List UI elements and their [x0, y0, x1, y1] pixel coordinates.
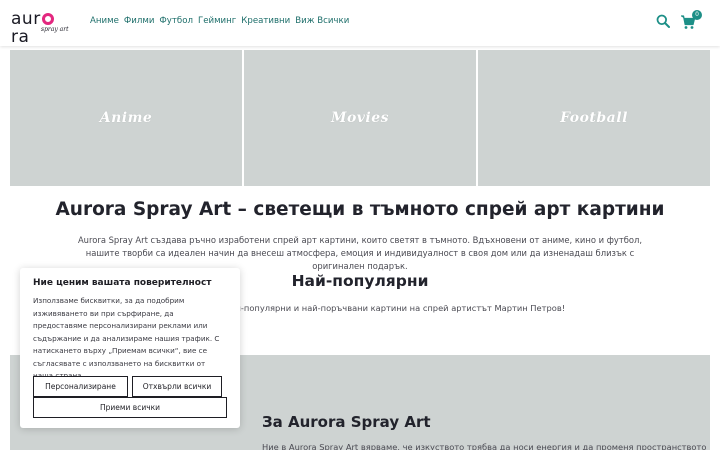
tile-label: Football: [560, 110, 628, 126]
about-title: За Aurora Spray Art: [262, 413, 431, 431]
hero-title: Aurora Spray Art – светещи в тъмното спр…: [55, 199, 665, 220]
nav-item-anime[interactable]: Аниме: [90, 16, 119, 26]
tile-label: Movies: [330, 110, 390, 126]
tile-football[interactable]: Football: [478, 50, 710, 186]
tile-anime[interactable]: Anime: [10, 50, 242, 186]
tile-movies[interactable]: Movies: [244, 50, 476, 186]
cookie-text: Използваме бисквитки, за да подобрим изж…: [33, 296, 220, 380]
nav-item-creative[interactable]: Креативни: [241, 16, 290, 26]
nav-item-movies[interactable]: Филми: [124, 16, 155, 26]
popular-description: най-популярни и най-поръчвани картини на…: [225, 303, 566, 313]
site-logo[interactable]: aurra spray art: [11, 10, 71, 46]
cart-count-badge: 0: [692, 10, 702, 20]
site-header: aurra spray art Аниме Филми Футбол Гейми…: [0, 0, 720, 46]
about-text: Ние в Aurora Spray Art вярваме, че изкус…: [262, 442, 707, 450]
logo-o-icon: [41, 13, 54, 25]
reject-all-button[interactable]: Отхвърли всички: [132, 376, 222, 397]
main-nav: Аниме Филми Футбол Гейминг Креативни Виж…: [90, 16, 349, 26]
nav-item-gaming[interactable]: Гейминг: [198, 16, 236, 26]
cookie-title: Ние ценим вашата поверителност: [33, 278, 212, 288]
cookie-consent-banner: Ние ценим вашата поверителност Използвам…: [20, 268, 240, 428]
nav-item-football[interactable]: Футбол: [159, 16, 193, 26]
nav-item-view-all[interactable]: Виж Всички: [295, 16, 349, 26]
category-tiles: Anime Movies Football: [10, 50, 710, 186]
customize-cookies-button[interactable]: Персонализиране: [33, 376, 128, 397]
accept-all-button[interactable]: Приеми всички: [33, 397, 227, 418]
logo-subtitle: spray art: [41, 26, 69, 33]
tile-label: Anime: [99, 110, 153, 126]
search-icon[interactable]: [656, 14, 670, 28]
